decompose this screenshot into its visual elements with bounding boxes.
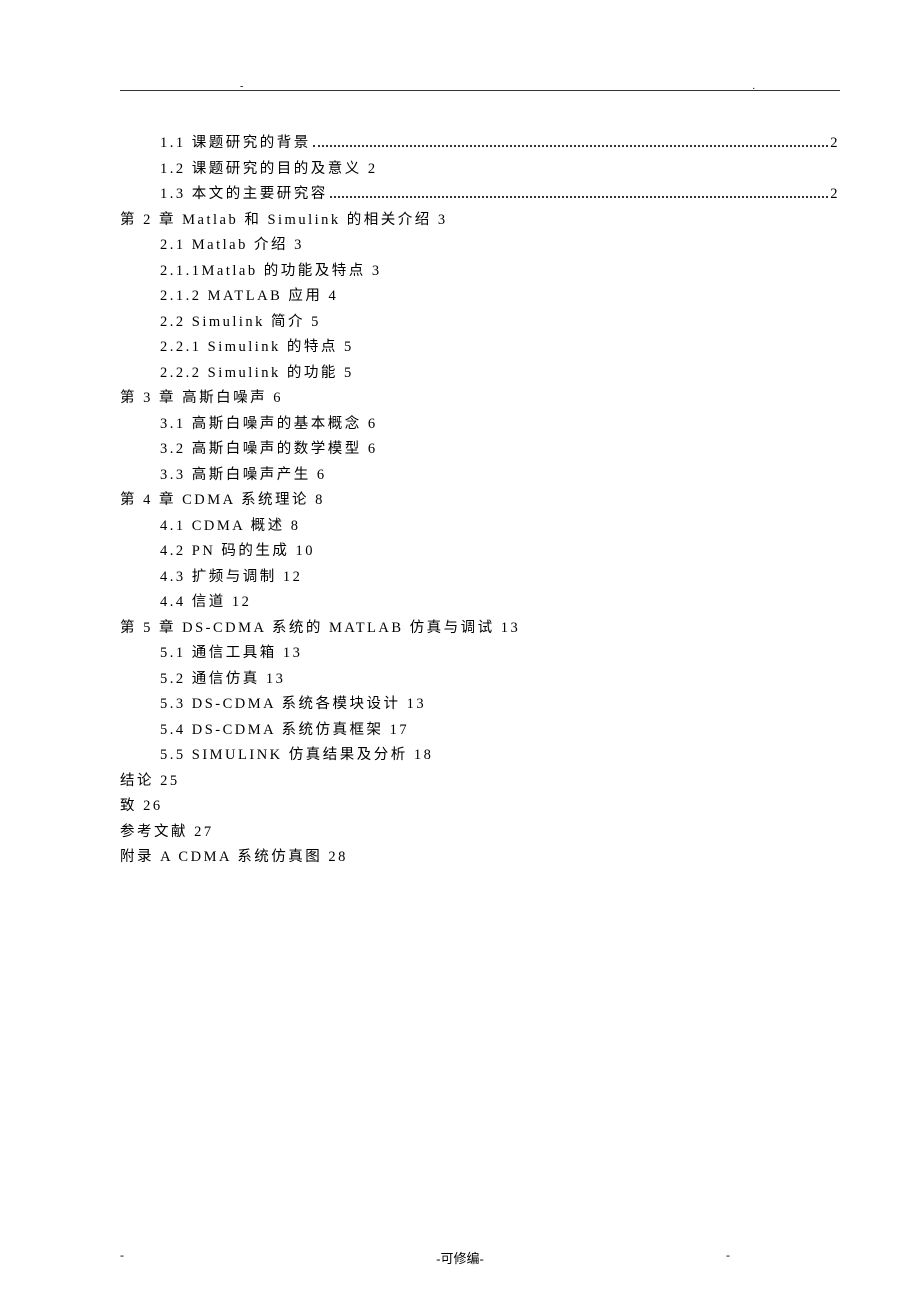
toc-entry: 参考文献 27: [120, 820, 840, 846]
toc-entry-label: 5.4 DS-CDMA 系统仿真框架 17: [160, 722, 409, 738]
toc-entry: 5.5 SIMULINK 仿真结果及分析 18: [120, 743, 840, 769]
toc-entry-label: 1.2 课题研究的目的及意义 2: [160, 161, 378, 177]
toc-entry-label: 4.2 PN 码的生成 10: [160, 543, 315, 559]
toc-entry: 4.4 信道 12: [120, 590, 840, 616]
toc-entry-label: 附录 A CDMA 系统仿真图 28: [120, 849, 348, 865]
toc-entry-label: 2.2.2 Simulink 的功能 5: [160, 365, 354, 381]
toc-entry: 致 26: [120, 794, 840, 820]
toc-entry-label: 5.5 SIMULINK 仿真结果及分析 18: [160, 747, 433, 763]
toc-entry: 1.3 本文的主要研究容 2: [120, 182, 840, 208]
toc-entry: 2.2.2 Simulink 的功能 5: [120, 361, 840, 387]
toc-entry: 5.3 DS-CDMA 系统各模块设计 13: [120, 692, 840, 718]
toc-entry-label: 2.2.1 Simulink 的特点 5: [160, 339, 354, 355]
header-dash-left: -: [240, 81, 243, 92]
toc-entry: 第 3 章 高斯白噪声 6: [120, 386, 840, 412]
toc-entry-label: 致 26: [120, 798, 163, 814]
toc-entry-label: 5.2 通信仿真 13: [160, 671, 285, 687]
toc-entry-label: 1.1 课题研究的背景: [160, 131, 311, 157]
toc-entry-label: 2.1.1Matlab 的功能及特点 3: [160, 263, 382, 279]
footer-text: -可修编-: [436, 1251, 484, 1266]
toc-entry: 3.3 高斯白噪声产生 6: [120, 463, 840, 489]
toc-entry-pagenum: 2: [830, 131, 840, 157]
toc-entry-label: 4.3 扩频与调制 12: [160, 569, 302, 585]
header-dot-right: .: [753, 81, 756, 92]
toc-entry-label: 参考文献 27: [120, 824, 214, 840]
toc-entry-label: 第 2 章 Matlab 和 Simulink 的相关介绍 3: [120, 212, 448, 228]
footer-dash-right: -: [726, 1248, 730, 1263]
toc-entry: 4.3 扩频与调制 12: [120, 565, 840, 591]
toc-leader-dots: [313, 145, 829, 147]
toc-entry: 第 5 章 DS-CDMA 系统的 MATLAB 仿真与调试 13: [120, 616, 840, 642]
toc-entry: 5.2 通信仿真 13: [120, 667, 840, 693]
toc-entry: 4.1 CDMA 概述 8: [120, 514, 840, 540]
toc-entry-label: 4.1 CDMA 概述 8: [160, 518, 300, 534]
toc-entry-label: 5.1 通信工具箱 13: [160, 645, 302, 661]
toc-entry: 2.1.1Matlab 的功能及特点 3: [120, 259, 840, 285]
footer: - -可修编- -: [0, 1248, 920, 1267]
toc-entry: 第 4 章 CDMA 系统理论 8: [120, 488, 840, 514]
toc-entry: 4.2 PN 码的生成 10: [120, 539, 840, 565]
toc-entry-label: 第 5 章 DS-CDMA 系统的 MATLAB 仿真与调试 13: [120, 620, 520, 636]
toc-entry: 5.4 DS-CDMA 系统仿真框架 17: [120, 718, 840, 744]
toc-entry: 2.2 Simulink 简介 5: [120, 310, 840, 336]
toc-entry: 1.1 课题研究的背景 2: [120, 131, 840, 157]
toc-entry-label: 3.1 高斯白噪声的基本概念 6: [160, 416, 378, 432]
toc-entry-label: 2.1.2 MATLAB 应用 4: [160, 288, 338, 304]
toc-entry: 2.1.2 MATLAB 应用 4: [120, 284, 840, 310]
header-separator: - .: [120, 90, 840, 91]
toc-entry-label: 2.1 Matlab 介绍 3: [160, 237, 304, 253]
toc-entry-pagenum: 2: [830, 182, 840, 208]
table-of-contents: 1.1 课题研究的背景 2 1.2 课题研究的目的及意义 2 1.3 本文的主要研究…: [120, 131, 840, 871]
toc-entry: 2.2.1 Simulink 的特点 5: [120, 335, 840, 361]
toc-entry: 附录 A CDMA 系统仿真图 28: [120, 845, 840, 871]
toc-entry-label: 3.3 高斯白噪声产生 6: [160, 467, 327, 483]
toc-entry-label: 1.3 本文的主要研究容: [160, 182, 328, 208]
toc-entry-label: 2.2 Simulink 简介 5: [160, 314, 321, 330]
toc-entry-label: 5.3 DS-CDMA 系统各模块设计 13: [160, 696, 426, 712]
footer-dash-left: -: [120, 1248, 124, 1263]
toc-entry: 5.1 通信工具箱 13: [120, 641, 840, 667]
toc-entry: 结论 25: [120, 769, 840, 795]
toc-entry: 2.1 Matlab 介绍 3: [120, 233, 840, 259]
toc-entry-label: 结论 25: [120, 773, 180, 789]
toc-entry: 3.2 高斯白噪声的数学模型 6: [120, 437, 840, 463]
toc-entry-label: 第 4 章 CDMA 系统理论 8: [120, 492, 325, 508]
toc-entry-label: 3.2 高斯白噪声的数学模型 6: [160, 441, 378, 457]
toc-entry-label: 4.4 信道 12: [160, 594, 251, 610]
toc-entry: 第 2 章 Matlab 和 Simulink 的相关介绍 3: [120, 208, 840, 234]
toc-entry: 3.1 高斯白噪声的基本概念 6: [120, 412, 840, 438]
toc-entry-label: 第 3 章 高斯白噪声 6: [120, 390, 283, 406]
toc-leader-dots: [330, 196, 829, 198]
toc-entry: 1.2 课题研究的目的及意义 2: [120, 157, 840, 183]
document-page: - . 1.1 课题研究的背景 2 1.2 课题研究的目的及意义 2 1.3 本文的…: [120, 90, 840, 871]
